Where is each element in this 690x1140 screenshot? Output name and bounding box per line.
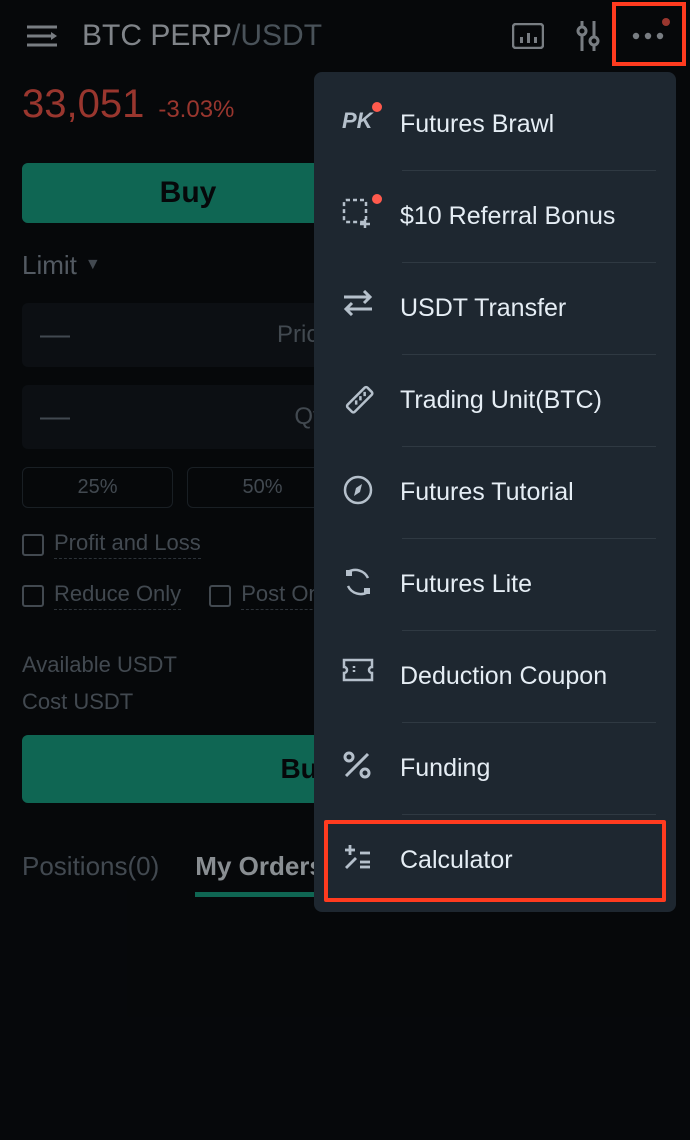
chevron-down-icon: ▼	[85, 256, 101, 274]
menu-label: $10 Referral Bonus	[400, 202, 615, 231]
referral-icon	[342, 198, 378, 234]
pnl-label: Profit and Loss	[54, 530, 201, 559]
buy-tab[interactable]: Buy	[22, 163, 354, 223]
lite-icon	[342, 566, 378, 602]
pct-25[interactable]: 25%	[22, 467, 173, 508]
pair-quote: /USDT	[232, 19, 322, 52]
minus-icon[interactable]: —	[40, 318, 70, 352]
pk-icon: PK	[342, 106, 378, 142]
svg-text:PK: PK	[342, 108, 375, 133]
transfer-icon	[342, 290, 378, 326]
menu-label: Calculator	[400, 846, 513, 875]
settings-sliders-icon[interactable]	[568, 16, 608, 56]
reduce-only-label: Reduce Only	[54, 581, 181, 610]
calculator-icon	[342, 842, 378, 878]
menu-label: Futures Brawl	[400, 110, 554, 139]
price-change: -3.03%	[158, 96, 234, 124]
trading-pair[interactable]: BTC PERP/USDT	[82, 19, 488, 53]
menu-label: Futures Tutorial	[400, 478, 574, 507]
ruler-icon	[342, 382, 378, 418]
more-menu: PK Futures Brawl $10 Referral Bonus USDT…	[314, 72, 676, 912]
compass-icon	[342, 474, 378, 510]
menu-referral-bonus[interactable]: $10 Referral Bonus	[314, 170, 676, 262]
more-menu-icon[interactable]	[628, 16, 668, 56]
percent-icon	[342, 750, 378, 786]
menu-label: USDT Transfer	[400, 294, 566, 323]
menu-trading-unit[interactable]: Trading Unit(BTC)	[314, 354, 676, 446]
tab-positions[interactable]: Positions(0)	[22, 851, 159, 897]
chart-mini-icon[interactable]	[508, 16, 548, 56]
pair-base: BTC PERP	[82, 19, 232, 52]
menu-futures-brawl[interactable]: PK Futures Brawl	[314, 78, 676, 170]
menu-deduction-coupon[interactable]: Deduction Coupon	[314, 630, 676, 722]
reduce-only-checkbox[interactable]: Reduce Only	[22, 581, 181, 610]
minus-icon[interactable]: —	[40, 400, 70, 434]
menu-futures-lite[interactable]: Futures Lite	[314, 538, 676, 630]
coupon-icon	[342, 658, 378, 694]
menu-toggle-icon[interactable]	[22, 16, 62, 56]
menu-funding[interactable]: Funding	[314, 722, 676, 814]
pnl-checkbox[interactable]: Profit and Loss	[22, 530, 201, 559]
menu-calculator[interactable]: Calculator	[314, 814, 676, 906]
menu-usdt-transfer[interactable]: USDT Transfer	[314, 262, 676, 354]
last-price: 33,051	[22, 82, 144, 127]
order-type-dropdown[interactable]: Limit ▼	[22, 250, 101, 281]
menu-futures-tutorial[interactable]: Futures Tutorial	[314, 446, 676, 538]
menu-label: Deduction Coupon	[400, 662, 607, 691]
order-type-label: Limit	[22, 250, 77, 281]
menu-label: Funding	[400, 754, 490, 783]
menu-label: Trading Unit(BTC)	[400, 386, 602, 415]
menu-label: Futures Lite	[400, 570, 532, 599]
